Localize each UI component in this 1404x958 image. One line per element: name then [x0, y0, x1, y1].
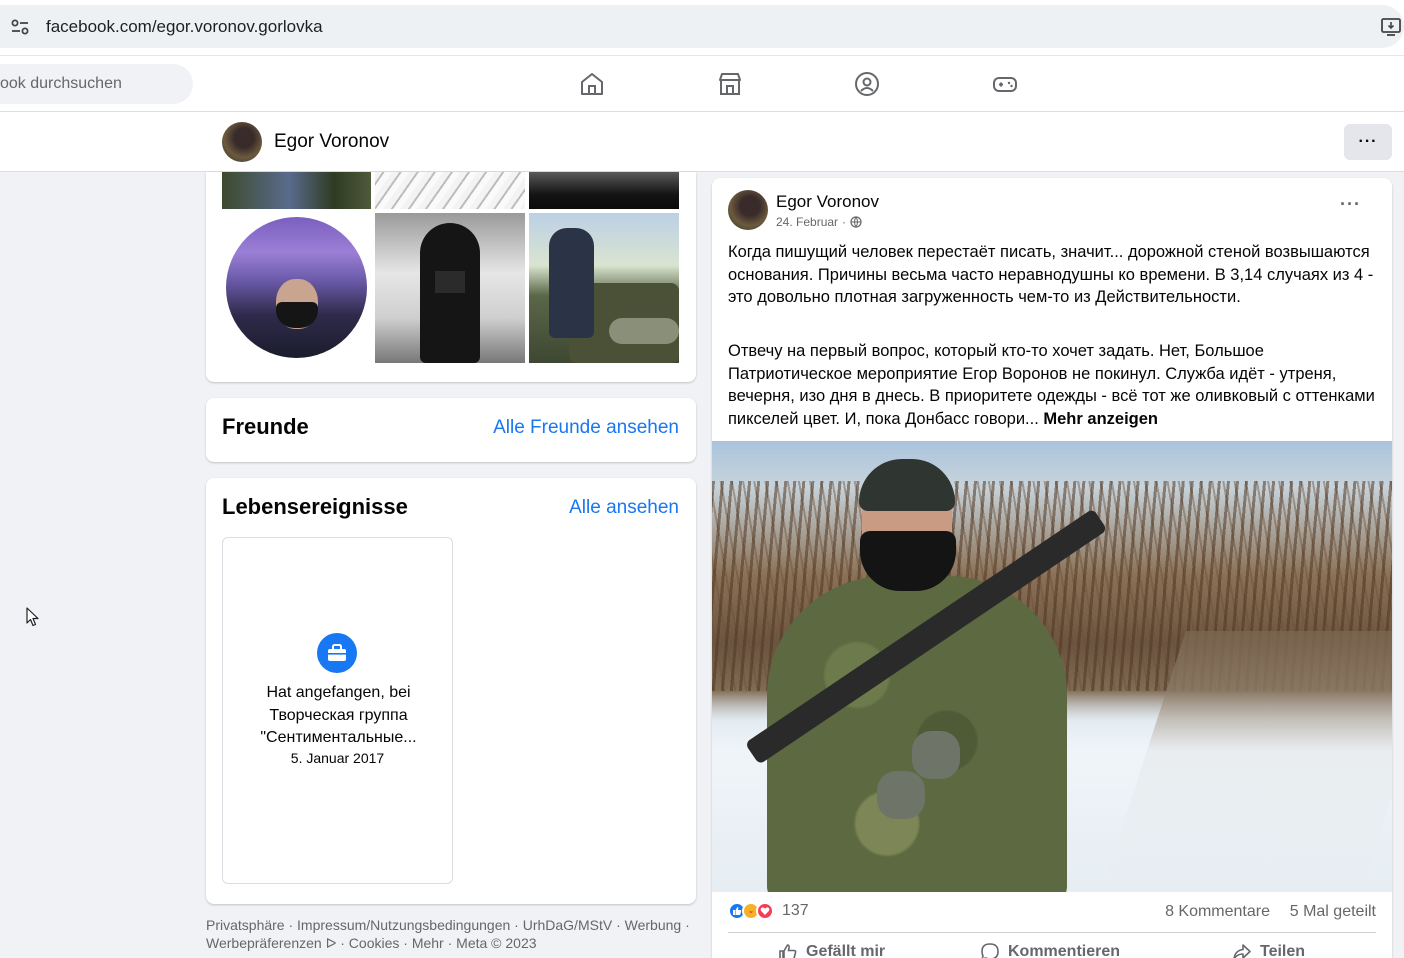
- photo-thumbnail[interactable]: [529, 172, 679, 209]
- share-label: Teilen: [1260, 943, 1306, 958]
- friends-card: Freunde Alle Freunde ansehen: [206, 398, 696, 462]
- globe-icon: [850, 216, 862, 228]
- search-input[interactable]: ook durchsuchen: [0, 64, 193, 104]
- home-icon[interactable]: [578, 70, 606, 98]
- post-stats: 137 8 Kommentare 5 Mal geteilt: [728, 902, 1376, 924]
- life-event-title: Hat angefangen, bei Творческая группа "С…: [260, 684, 417, 746]
- thumbs-up-icon: [779, 944, 797, 958]
- groups-icon[interactable]: [853, 70, 881, 98]
- post-date: 24. Februar ·: [776, 215, 862, 229]
- briefcase-icon: [317, 633, 357, 673]
- post-paragraph: Когда пишущий человек перестаёт писать, …: [728, 243, 1374, 306]
- see-more-link[interactable]: Mehr anzeigen: [1043, 410, 1158, 428]
- reactions-summary[interactable]: 137: [728, 902, 809, 920]
- see-all-friends-link[interactable]: Alle Freunde ansehen: [493, 417, 679, 439]
- glove-shape: [912, 731, 960, 779]
- barrel-shape: [609, 318, 679, 344]
- see-all-events-link[interactable]: Alle ansehen: [569, 497, 679, 519]
- share-button[interactable]: Teilen: [1232, 942, 1305, 958]
- tune-icon[interactable]: [10, 17, 30, 37]
- comment-button[interactable]: Kommentieren: [980, 942, 1120, 958]
- post-author-avatar[interactable]: [728, 190, 768, 230]
- share-icon: [1233, 944, 1251, 958]
- profile-header: Egor Voronov ···: [0, 112, 1404, 172]
- like-button[interactable]: Gefällt mir: [778, 942, 885, 958]
- mask-shape: [276, 302, 318, 328]
- post-more-button[interactable]: ···: [1340, 194, 1361, 215]
- photo-thumbnail[interactable]: [529, 213, 679, 363]
- address-field[interactable]: facebook.com/egor.voronov.gorlovka: [0, 5, 1404, 48]
- install-app-icon[interactable]: [1380, 16, 1402, 38]
- photo-thumbnail[interactable]: [375, 213, 525, 363]
- search-placeholder: ook durchsuchen: [0, 75, 122, 92]
- avatar[interactable]: [222, 122, 262, 162]
- life-events-title: Lebensereignisse: [222, 494, 408, 519]
- figure-shape: [549, 228, 594, 338]
- divider: [728, 932, 1376, 933]
- post-author-name[interactable]: Egor Voronov: [776, 192, 879, 212]
- photo-thumbnail[interactable]: [375, 172, 525, 209]
- browser-address-bar: facebook.com/egor.voronov.gorlovka: [0, 0, 1404, 56]
- glove-shape: [877, 771, 925, 819]
- like-label: Gefällt mir: [806, 943, 886, 958]
- friends-title: Freunde: [222, 414, 309, 439]
- post-photo[interactable]: [712, 441, 1392, 892]
- comment-label: Kommentieren: [1008, 943, 1121, 958]
- life-event-tile[interactable]: Hat angefangen, bei Творческая группа "С…: [222, 537, 453, 884]
- photos-card: [206, 172, 696, 382]
- url-text[interactable]: facebook.com/egor.voronov.gorlovka: [46, 17, 323, 37]
- post-date-text[interactable]: 24. Februar: [776, 215, 838, 229]
- facebook-top-nav: ook durchsuchen: [0, 56, 1404, 112]
- life-events-card: Lebensereignisse Alle ansehen Hat angefa…: [206, 478, 696, 904]
- profile-more-button[interactable]: ···: [1344, 124, 1392, 160]
- hat-shape: [859, 459, 955, 511]
- comments-count[interactable]: 8 Kommentare: [1165, 903, 1270, 921]
- comment-icon: [981, 943, 999, 958]
- mouse-cursor-icon: [26, 607, 39, 627]
- mask-shape: [435, 271, 465, 293]
- love-reaction-icon: [756, 902, 774, 920]
- reaction-count[interactable]: 137: [782, 902, 809, 920]
- post-card: Egor Voronov 24. Februar · ··· Когда пиш…: [712, 178, 1392, 958]
- page-footer[interactable]: Privatsphäre · Impressum/Nutzungsbedingu…: [206, 916, 700, 952]
- marketplace-icon[interactable]: [716, 70, 744, 98]
- date-separator: ·: [842, 215, 847, 229]
- figure-shape: [420, 223, 480, 363]
- circular-portrait: [226, 217, 367, 358]
- photo-thumbnail[interactable]: [222, 213, 371, 363]
- life-event-date: 5. Januar 2017: [290, 750, 385, 766]
- soldier-shape: [767, 576, 1067, 892]
- shares-count[interactable]: 5 Mal geteilt: [1290, 903, 1376, 921]
- gaming-icon[interactable]: [991, 70, 1019, 98]
- post-paragraph: Отвечу на первый вопрос, который кто-то …: [728, 340, 1376, 430]
- profile-name[interactable]: Egor Voronov: [274, 131, 389, 153]
- photo-thumbnail[interactable]: [222, 172, 371, 209]
